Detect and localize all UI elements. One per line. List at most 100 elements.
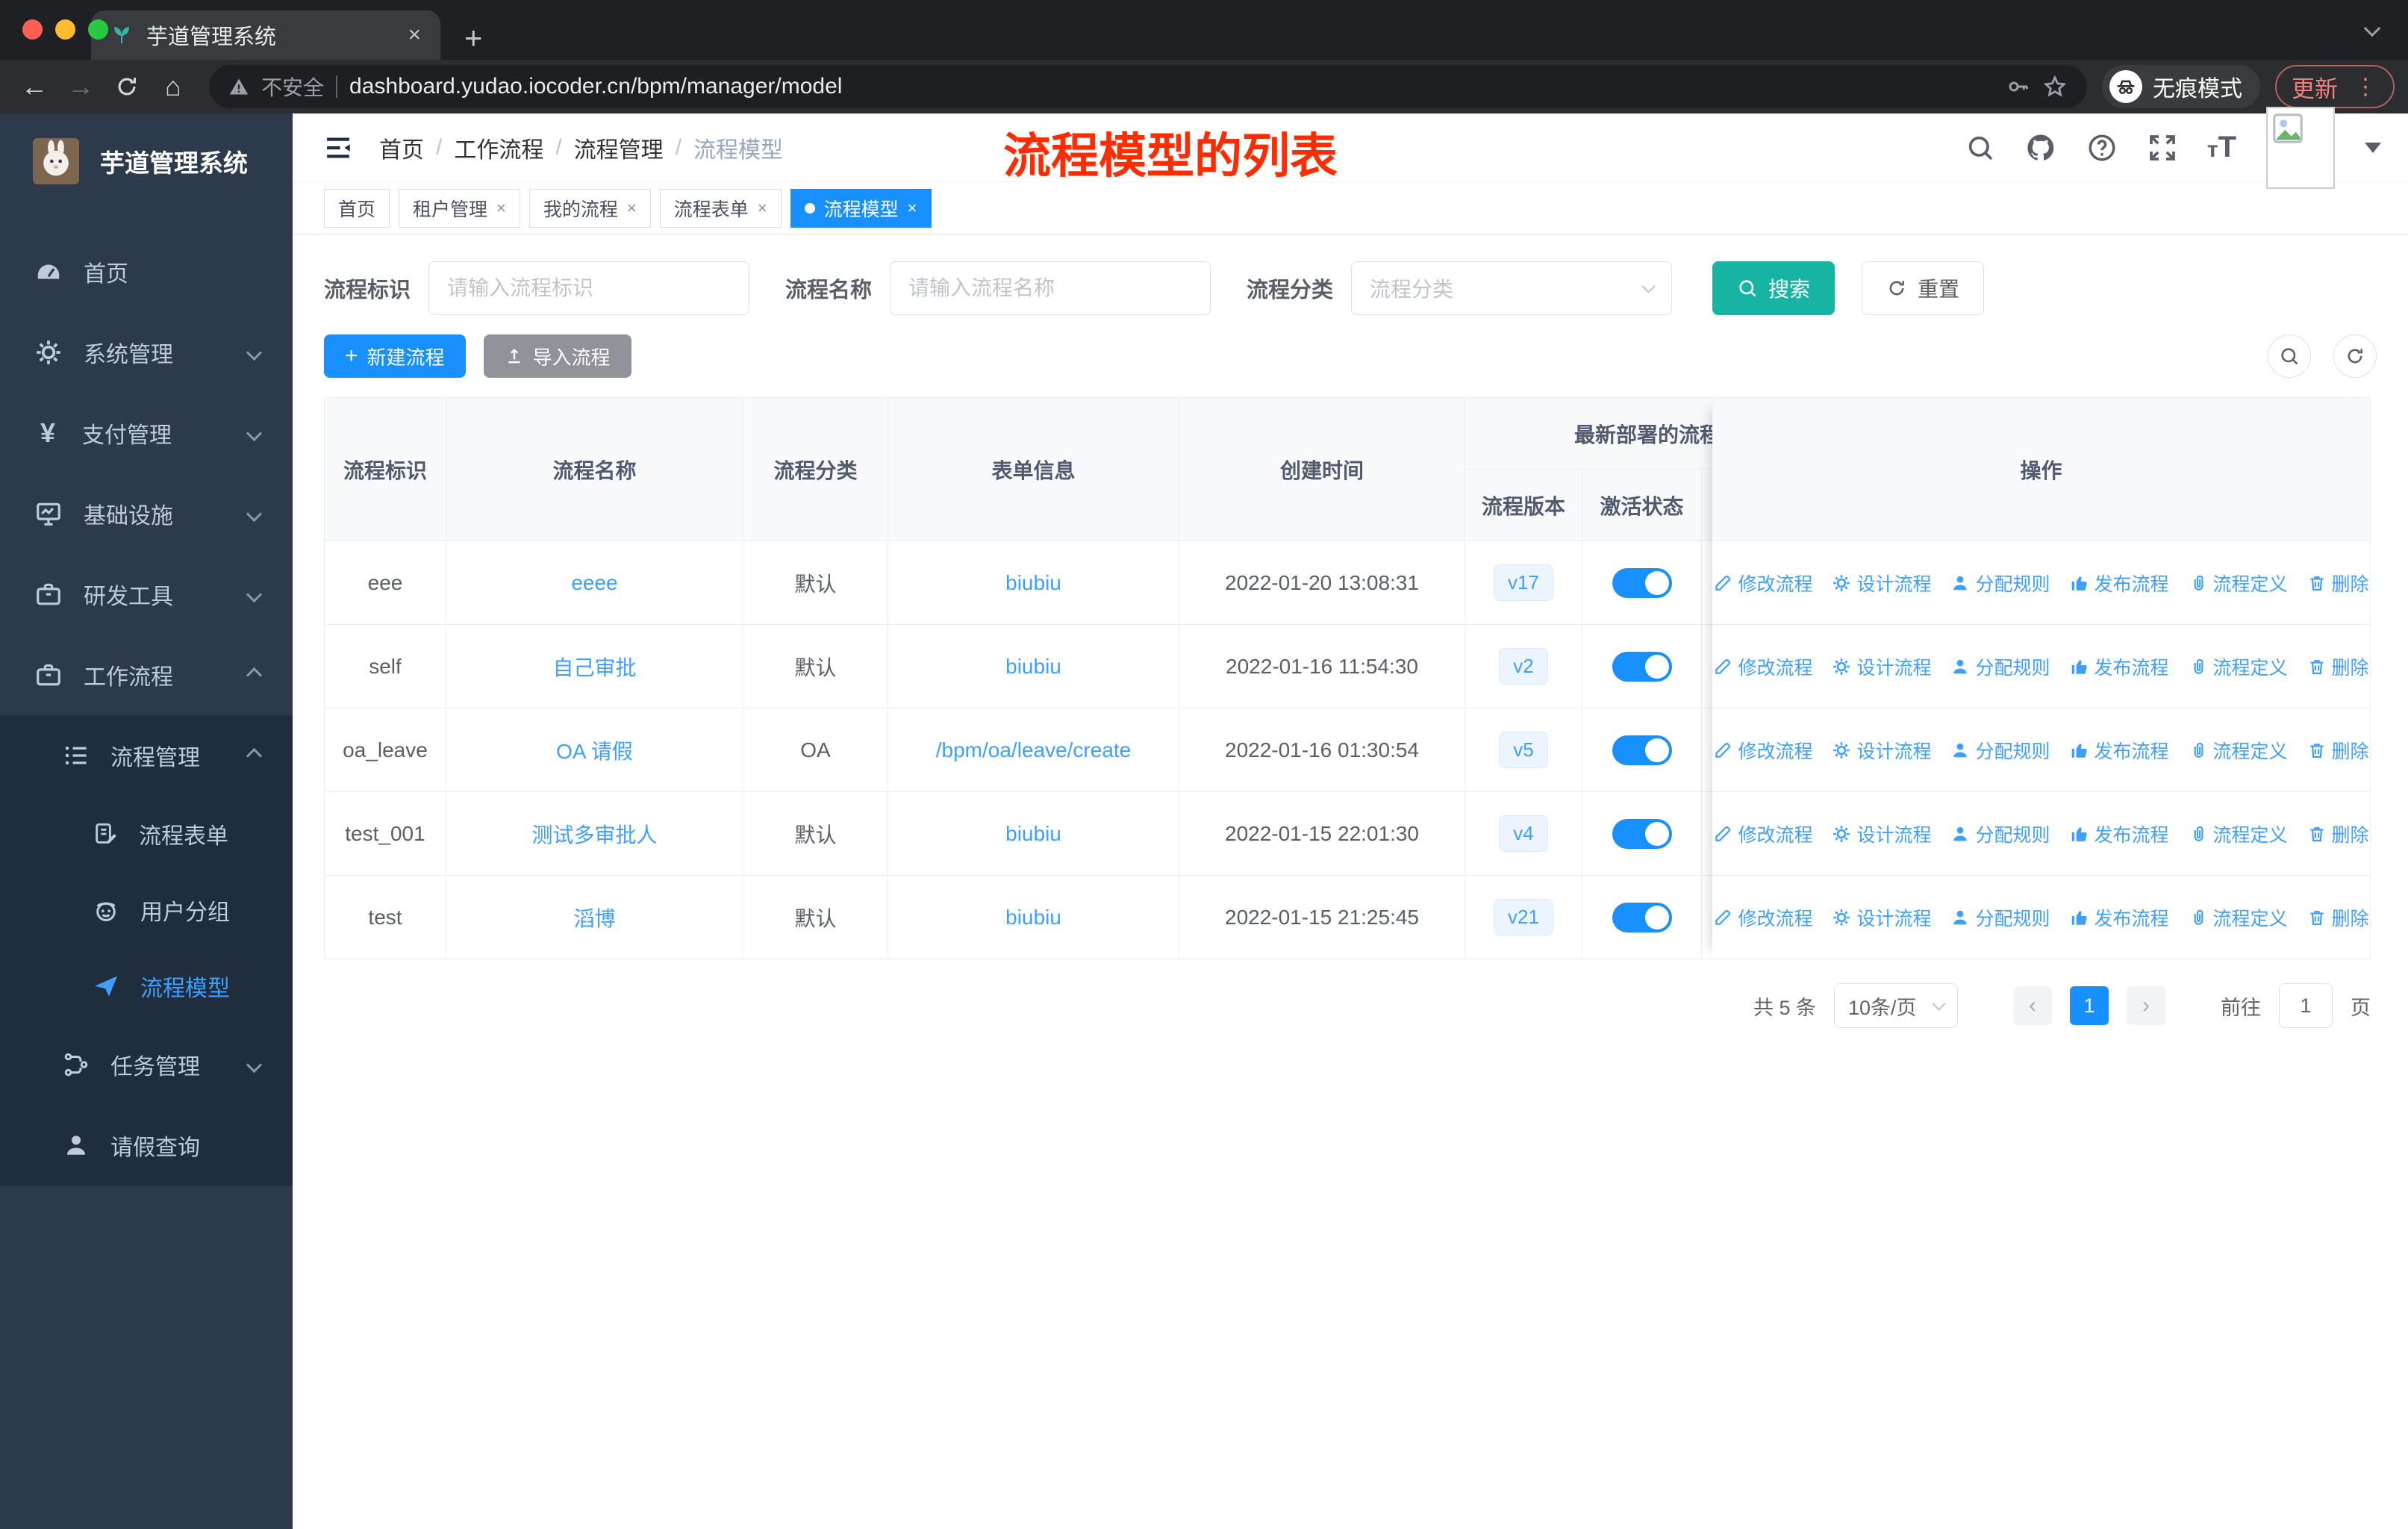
cell-process-name-link[interactable]: 测试多审批人	[446, 792, 743, 876]
action-modify-link[interactable]: 修改流程	[1713, 737, 1812, 764]
process-category-select[interactable]: 流程分类	[1351, 261, 1673, 315]
action-delete-link[interactable]: 删除	[2307, 737, 2369, 764]
tag-close-icon[interactable]: ×	[908, 199, 917, 218]
action-assign-link[interactable]: 分配规则	[1950, 570, 2050, 597]
action-definition-link[interactable]: 流程定义	[2189, 653, 2288, 680]
window-minimize-button[interactable]	[55, 19, 75, 40]
window-zoom-button[interactable]	[88, 19, 108, 40]
action-publish-link[interactable]: 发布流程	[2070, 570, 2169, 597]
sidebar-item-leave-query[interactable]: 请假查询	[0, 1105, 293, 1186]
browser-tab[interactable]: 芋道管理系统 ×	[91, 10, 440, 60]
goto-page-input[interactable]	[2279, 983, 2333, 1028]
back-button[interactable]: ←	[13, 66, 55, 108]
action-definition-link[interactable]: 流程定义	[2189, 570, 2288, 597]
breadcrumb-item[interactable]: 流程管理	[574, 131, 664, 164]
tag-home[interactable]: 首页	[324, 188, 390, 228]
action-publish-link[interactable]: 发布流程	[2070, 653, 2169, 680]
breadcrumb-item[interactable]: 工作流程	[454, 131, 543, 164]
action-publish-link[interactable]: 发布流程	[2070, 904, 2169, 931]
help-icon[interactable]	[2086, 132, 2118, 164]
search-icon[interactable]	[1965, 133, 1995, 163]
action-delete-link[interactable]: 删除	[2307, 653, 2369, 680]
import-process-button[interactable]: 导入流程	[483, 334, 631, 378]
active-toggle[interactable]	[1612, 567, 1672, 598]
tag-tenant[interactable]: 租户管理 ×	[399, 188, 520, 228]
sidebar-item-process-mgmt[interactable]: 流程管理	[0, 715, 293, 796]
tab-close-icon[interactable]: ×	[408, 24, 421, 46]
sidebar-item-workflow[interactable]: 工作流程	[0, 635, 293, 715]
tag-close-icon[interactable]: ×	[496, 199, 506, 218]
create-process-button[interactable]: + 新建流程	[324, 334, 466, 378]
version-badge[interactable]: v5	[1499, 732, 1548, 768]
sidebar-item-system[interactable]: 系统管理	[0, 312, 293, 393]
action-design-link[interactable]: 设计流程	[1832, 737, 1931, 764]
action-delete-link[interactable]: 删除	[2307, 904, 2369, 931]
action-modify-link[interactable]: 修改流程	[1713, 820, 1812, 847]
current-page-button[interactable]: 1	[2070, 986, 2109, 1025]
sidebar-item-payment[interactable]: ¥ 支付管理	[0, 393, 293, 473]
browser-update-button[interactable]: 更新 ⋮	[2275, 65, 2395, 108]
cell-form-link[interactable]: biubiu	[888, 625, 1179, 709]
bookmark-star-icon[interactable]	[2042, 74, 2068, 99]
action-design-link[interactable]: 设计流程	[1832, 570, 1931, 597]
action-design-link[interactable]: 设计流程	[1832, 820, 1931, 847]
process-name-input[interactable]	[890, 261, 1211, 315]
refresh-table-button[interactable]	[2333, 334, 2377, 378]
sidebar-item-process-form[interactable]: 流程表单	[0, 796, 293, 872]
version-badge[interactable]: v4	[1499, 815, 1548, 852]
cell-process-name-link[interactable]: 自己审批	[446, 625, 743, 709]
active-toggle[interactable]	[1612, 651, 1672, 682]
avatar[interactable]	[2266, 106, 2335, 189]
cell-process-name-link[interactable]: 滔博	[446, 876, 743, 959]
active-toggle[interactable]	[1612, 735, 1672, 765]
window-close-button[interactable]	[22, 19, 43, 40]
avatar-caret-icon[interactable]	[2365, 142, 2381, 153]
cell-form-link[interactable]: biubiu	[888, 792, 1179, 876]
sidebar-item-user-group[interactable]: 用户分组	[0, 872, 293, 948]
fullscreen-icon[interactable]	[2147, 133, 2177, 163]
address-bar[interactable]: 不安全 dashboard.yudao.iocoder.cn/bpm/manag…	[209, 65, 2087, 108]
action-assign-link[interactable]: 分配规则	[1950, 737, 2050, 764]
process-id-input[interactable]	[428, 261, 750, 315]
sidebar-item-task-mgmt[interactable]: 任务管理	[0, 1024, 293, 1105]
action-assign-link[interactable]: 分配规则	[1950, 904, 2050, 931]
action-delete-link[interactable]: 删除	[2307, 570, 2369, 597]
next-page-button[interactable]: ›	[2127, 986, 2165, 1025]
key-icon[interactable]	[2006, 75, 2030, 99]
action-modify-link[interactable]: 修改流程	[1713, 904, 1812, 931]
sidebar-item-home[interactable]: 首页	[0, 231, 293, 312]
action-assign-link[interactable]: 分配规则	[1950, 653, 2050, 680]
tab-strip-chevron-icon[interactable]	[2363, 19, 2381, 37]
search-button[interactable]: 搜索	[1712, 261, 1835, 315]
action-delete-link[interactable]: 删除	[2307, 820, 2369, 847]
action-publish-link[interactable]: 发布流程	[2070, 820, 2169, 847]
github-icon[interactable]	[2025, 132, 2056, 164]
cell-form-link[interactable]: /bpm/oa/leave/create	[888, 709, 1179, 792]
action-design-link[interactable]: 设计流程	[1832, 653, 1931, 680]
sidebar-item-devtools[interactable]: 研发工具	[0, 554, 293, 635]
version-badge[interactable]: v21	[1494, 899, 1553, 935]
font-size-icon[interactable]: тT	[2207, 131, 2236, 164]
tag-my-process[interactable]: 我的流程 ×	[528, 188, 651, 228]
action-assign-link[interactable]: 分配规则	[1950, 820, 2050, 847]
reset-button[interactable]: 重置	[1862, 261, 1985, 315]
action-design-link[interactable]: 设计流程	[1832, 904, 1931, 931]
sidebar-item-process-model[interactable]: 流程模型	[0, 948, 293, 1024]
new-tab-button[interactable]: +	[464, 22, 483, 54]
app-logo[interactable]: 芋道管理系统	[0, 113, 293, 209]
cell-process-name-link[interactable]: OA 请假	[446, 709, 743, 792]
tag-close-icon[interactable]: ×	[627, 199, 637, 218]
home-button[interactable]: ⌂	[152, 66, 194, 108]
version-badge[interactable]: v17	[1494, 564, 1553, 601]
toggle-search-button[interactable]	[2268, 334, 2311, 378]
action-modify-link[interactable]: 修改流程	[1713, 653, 1812, 680]
action-modify-link[interactable]: 修改流程	[1713, 570, 1812, 597]
tag-process-form[interactable]: 流程表单 ×	[659, 188, 782, 228]
cell-form-link[interactable]: biubiu	[888, 876, 1179, 959]
active-toggle[interactable]	[1612, 902, 1672, 932]
action-definition-link[interactable]: 流程定义	[2189, 737, 2288, 764]
active-toggle[interactable]	[1612, 818, 1672, 849]
forward-button[interactable]: →	[60, 66, 102, 108]
cell-form-link[interactable]: biubiu	[888, 541, 1179, 625]
sidebar-item-infra[interactable]: 基础设施	[0, 473, 293, 554]
